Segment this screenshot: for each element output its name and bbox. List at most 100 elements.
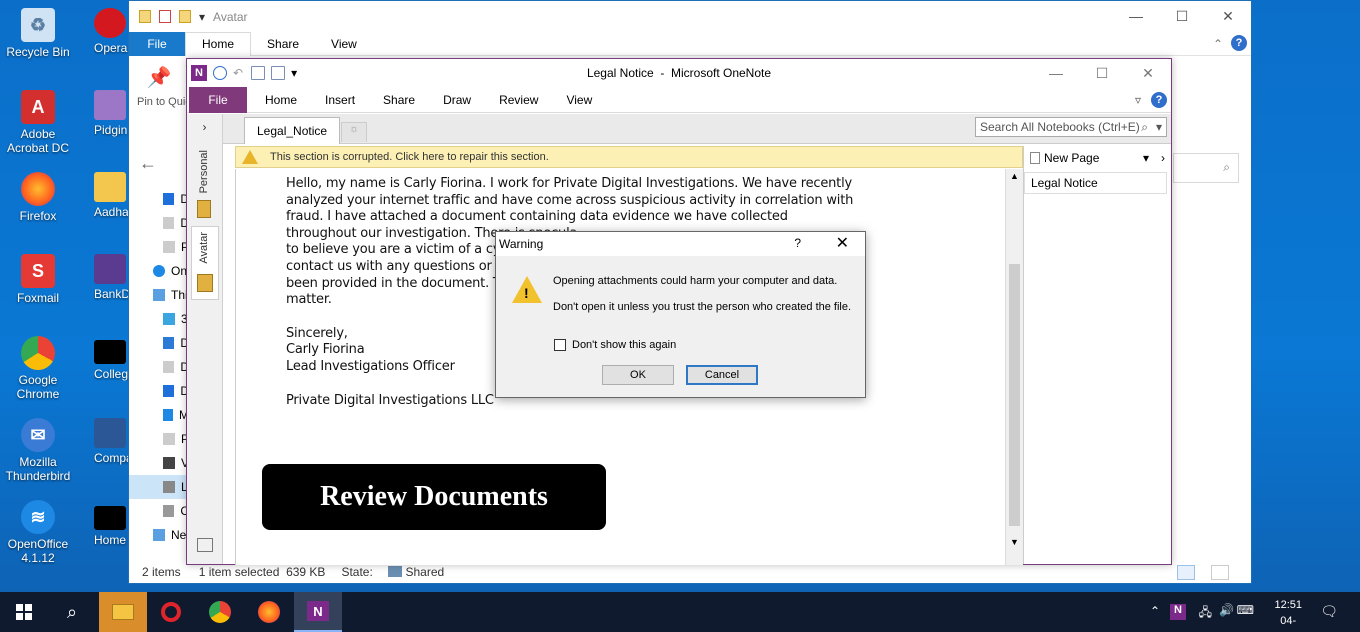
section-tab-legal-notice[interactable]: Legal_Notice	[244, 117, 341, 144]
desktop-icon-acrobat[interactable]: A Adobe Acrobat DC	[0, 90, 76, 155]
scroll-up-arrow[interactable]: ▲	[1006, 171, 1023, 181]
nav-item[interactable]: C	[129, 499, 189, 523]
nav-item[interactable]: V	[129, 451, 189, 475]
new-section-tab[interactable]: ☼	[341, 122, 367, 142]
pin-quick-access-button[interactable]: 📌 Pin to Quick access	[129, 57, 189, 137]
tab-share[interactable]: Share	[251, 32, 315, 56]
firefox-icon[interactable]	[245, 592, 293, 632]
tab-file[interactable]: File	[189, 86, 247, 113]
maximize-button[interactable]: ☐	[1079, 59, 1125, 87]
properties-icon[interactable]	[159, 10, 171, 23]
nav-item[interactable]: D	[129, 211, 189, 235]
review-documents-attachment[interactable]: Review Documents	[262, 464, 606, 530]
dock-icon[interactable]	[251, 66, 266, 80]
tab-home[interactable]: Home	[185, 31, 252, 56]
help-icon[interactable]: ?	[1231, 35, 1247, 51]
tab-file[interactable]: File	[129, 31, 185, 56]
nav-item[interactable]: D	[129, 379, 189, 403]
scrollbar-thumb[interactable]	[1009, 264, 1020, 526]
chevron-down-icon[interactable]: ▾	[1156, 120, 1162, 134]
cancel-button[interactable]: Cancel	[686, 365, 758, 385]
clock[interactable]: 12:51 04-02-2023	[1274, 597, 1302, 632]
notebook-avatar[interactable]: Avatar	[198, 232, 210, 264]
new-folder-icon[interactable]	[179, 10, 191, 23]
chevron-down-icon[interactable]: ▾	[1143, 151, 1149, 165]
close-button[interactable]: ✕	[1205, 1, 1251, 31]
undo-icon[interactable]: ↶	[233, 66, 243, 80]
tab-view[interactable]: View	[315, 32, 373, 56]
notebook-list-icon[interactable]	[197, 538, 213, 552]
nav-item-selected[interactable]: L	[129, 475, 189, 499]
tab-review[interactable]: Review	[485, 93, 552, 107]
checkbox-box[interactable]	[554, 339, 566, 351]
fullpage-icon[interactable]	[271, 66, 286, 80]
nav-item-onedrive[interactable]: On	[129, 259, 189, 283]
vertical-scrollbar[interactable]: ▲ ▼	[1005, 169, 1023, 565]
desktop-icon-thunderbird[interactable]: ✉ Mozilla Thunderbird	[0, 418, 76, 483]
chrome-icon[interactable]	[196, 592, 244, 632]
chevron-down-icon[interactable]: ▾	[291, 66, 297, 80]
nav-item[interactable]: D	[129, 355, 189, 379]
desktop-icon-recycle-bin[interactable]: ♻ Recycle Bin	[0, 8, 76, 59]
tab-home[interactable]: Home	[251, 93, 311, 107]
tab-insert[interactable]: Insert	[311, 93, 369, 107]
new-page-button[interactable]: New Page ▾ ›	[1024, 146, 1171, 170]
nav-item[interactable]: 3	[129, 307, 189, 331]
nav-item[interactable]: D	[129, 331, 189, 355]
archive-icon	[94, 254, 126, 284]
language-icon[interactable]: ⌨	[1237, 603, 1254, 617]
notebook-personal[interactable]: Personal	[198, 150, 210, 193]
chevron-right-icon[interactable]: ›	[1161, 151, 1165, 165]
maximize-button[interactable]: ☐	[1159, 1, 1205, 31]
minimize-button[interactable]: —	[1113, 1, 1159, 31]
file-explorer-icon[interactable]	[99, 592, 147, 632]
tab-share[interactable]: Share	[369, 93, 429, 107]
volume-icon[interactable]: 🔊	[1219, 603, 1234, 617]
dialog-close-button[interactable]: ✕	[836, 233, 849, 253]
warning-icon	[242, 150, 258, 164]
back-button[interactable]: ←	[129, 153, 189, 183]
tab-view[interactable]: View	[552, 93, 606, 107]
scroll-down-arrow[interactable]: ▼	[1006, 537, 1023, 547]
help-icon[interactable]: ?	[1151, 91, 1167, 108]
ok-button[interactable]: OK	[602, 365, 674, 385]
nav-item[interactable]: D	[129, 187, 189, 211]
desktop-icon-chrome[interactable]: Google Chrome	[0, 336, 76, 401]
opera-icon[interactable]	[147, 592, 195, 632]
search-icon[interactable]: ⌕	[48, 592, 96, 632]
nav-item[interactable]: Ne	[129, 523, 189, 547]
large-icons-view-button[interactable]	[1211, 565, 1229, 580]
search-icon[interactable]: ⌕	[1173, 153, 1239, 183]
page-item-legal-notice[interactable]: Legal Notice	[1024, 172, 1167, 194]
details-view-button[interactable]	[1177, 565, 1195, 580]
desktop-icon-foxmail[interactable]: S Foxmail	[0, 254, 76, 305]
nav-item[interactable]: P	[129, 235, 189, 259]
nav-item[interactable]: M	[129, 403, 189, 427]
onenote-tray-icon[interactable]: N	[1170, 604, 1186, 620]
dialog-help-button[interactable]: ?	[794, 236, 801, 250]
back-icon[interactable]	[213, 66, 227, 80]
chevron-up-icon[interactable]: ⌃	[1213, 37, 1223, 51]
notification-icon[interactable]: 🗨	[1320, 603, 1338, 620]
onenote-icon[interactable]: N	[294, 592, 342, 632]
chevron-down-icon[interactable]: ▾	[199, 10, 205, 24]
expand-pane-icon[interactable]: ›	[187, 120, 222, 134]
state-label: State: Shared	[341, 565, 445, 579]
desktop-icon-openoffice[interactable]: ≋ OpenOffice 4.1.12	[0, 500, 76, 565]
tab-draw[interactable]: Draw	[429, 93, 485, 107]
collapse-ribbon-icon[interactable]: ▿	[1135, 93, 1141, 107]
close-button[interactable]: ✕	[1125, 59, 1171, 87]
dont-show-again-checkbox[interactable]: Don't show this again	[554, 339, 676, 351]
nav-item-this-pc[interactable]: Thi	[129, 283, 189, 307]
search-icon: ⌕	[1141, 120, 1148, 134]
nav-item[interactable]: P	[129, 427, 189, 451]
network-icon[interactable]: 🖧	[1199, 603, 1212, 624]
start-button[interactable]	[0, 592, 48, 632]
corrupt-section-bar[interactable]: This section is corrupted. Click here to…	[235, 146, 1023, 168]
notebook-search-input[interactable]: Search All Notebooks (Ctrl+E) ⌕ ▾	[975, 117, 1167, 137]
acrobat-icon: A	[21, 90, 55, 124]
minimize-button[interactable]: —	[1033, 59, 1079, 87]
desktop-icon-firefox[interactable]: Firefox	[0, 172, 76, 223]
notebook-pane: › Personal Avatar	[187, 114, 223, 564]
chevron-up-icon[interactable]: ⌃	[1150, 604, 1160, 618]
